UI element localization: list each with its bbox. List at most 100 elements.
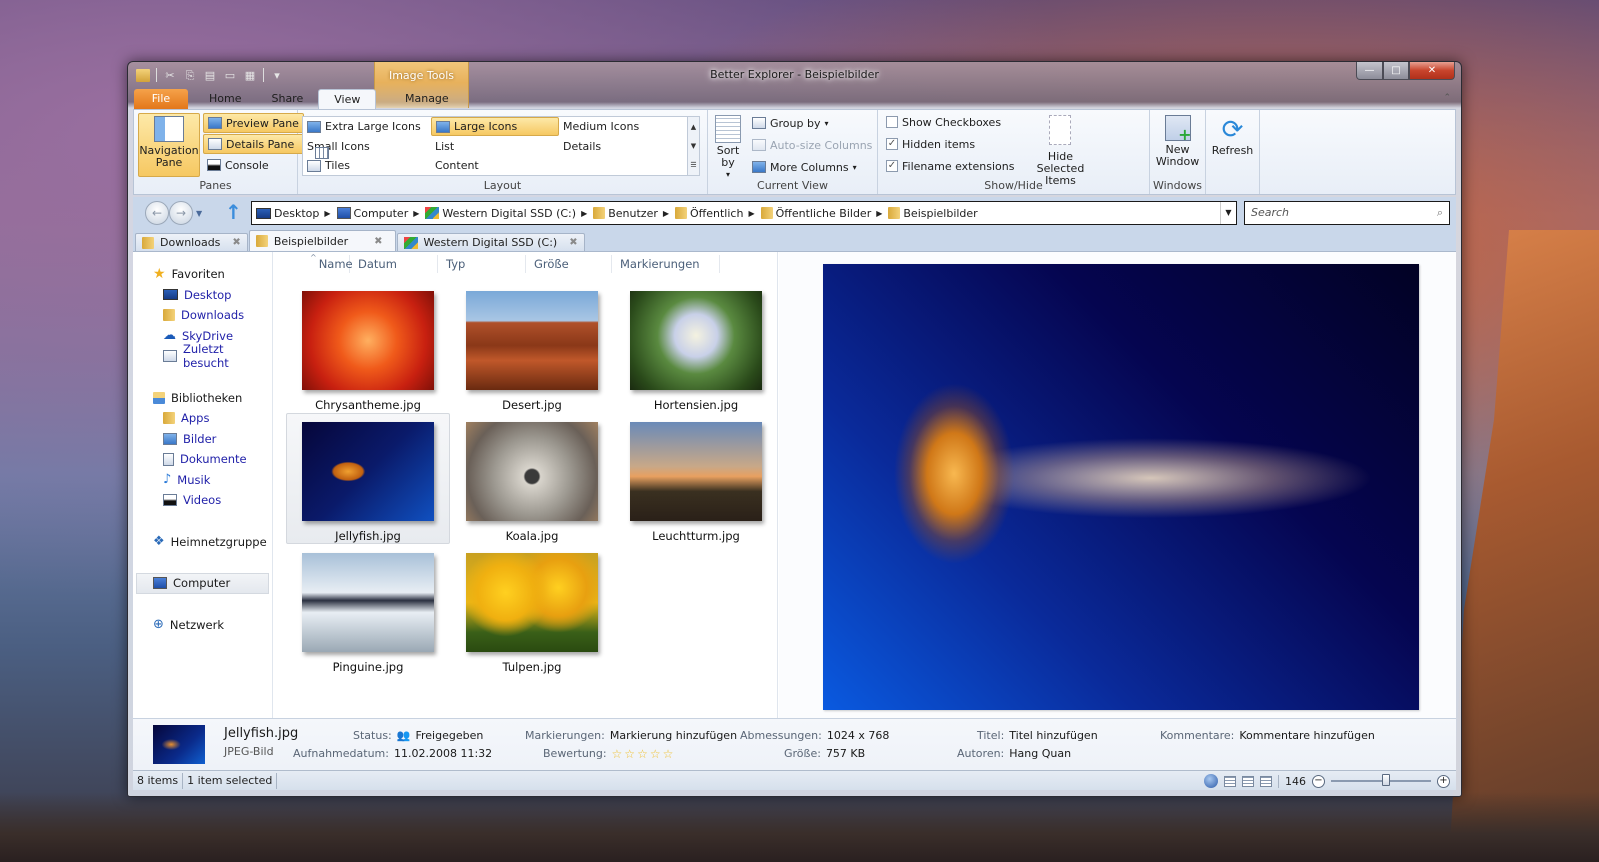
- tab-home[interactable]: Home: [194, 89, 256, 109]
- breadcrumb-drive[interactable]: Western Digital SSD (C:): [425, 207, 576, 220]
- zoom-in-button[interactable]: +: [1437, 774, 1450, 788]
- layout-list[interactable]: List: [315, 137, 559, 159]
- search-icon[interactable]: ⌕: [1437, 202, 1443, 224]
- breadcrumb-beispielbilder[interactable]: Beispielbilder: [888, 207, 978, 220]
- view-large-icons-button[interactable]: [1224, 775, 1236, 787]
- file-item[interactable]: Hortensien.jpg: [614, 282, 778, 413]
- hidden-items-toggle[interactable]: ✓ Hidden items: [882, 134, 1018, 154]
- close-button[interactable]: ✕: [1409, 62, 1455, 80]
- sidebar-favorites[interactable]: ★ Favoriten: [133, 264, 272, 285]
- column-header-date[interactable]: Datum: [358, 255, 438, 273]
- hidden-items-checkbox[interactable]: ✓: [886, 138, 898, 150]
- address-bar[interactable]: Desktop ▶ Computer ▶ Western Digital SSD…: [251, 201, 1237, 225]
- breadcrumb-arrow-icon[interactable]: ▶: [413, 209, 419, 218]
- layout-gallery-scroll[interactable]: ▲ ▼ ☰: [687, 117, 699, 175]
- layout-details[interactable]: Details: [315, 137, 687, 159]
- sidebar-item-apps[interactable]: Apps: [133, 408, 272, 429]
- file-item-selected[interactable]: Jellyfish.jpg: [286, 413, 450, 544]
- breadcrumb-benutzer[interactable]: Benutzer: [593, 207, 658, 220]
- sidebar-homegroup[interactable]: ❖ Heimnetzgruppe: [133, 532, 272, 553]
- forward-button[interactable]: →: [169, 201, 193, 225]
- navigation-pane-button[interactable]: Navigation Pane: [138, 113, 200, 177]
- show-checkboxes-toggle[interactable]: Show Checkboxes: [882, 112, 1018, 132]
- maximize-button[interactable]: □: [1383, 62, 1409, 80]
- breadcrumb-arrow-icon[interactable]: ▶: [324, 209, 330, 218]
- field-value[interactable]: Kommentare hinzufügen: [1239, 729, 1374, 742]
- folder-tab-downloads[interactable]: Downloads ✖: [135, 233, 248, 251]
- address-dropdown-icon[interactable]: ▼: [1220, 202, 1236, 224]
- layout-large-icons[interactable]: Large Icons: [431, 117, 559, 136]
- tab-share[interactable]: Share: [256, 89, 318, 109]
- breadcrumb-arrow-icon[interactable]: ▶: [748, 209, 754, 218]
- view-details-button[interactable]: [1242, 775, 1254, 787]
- view-tiles-button[interactable]: [1260, 775, 1272, 787]
- folder-tab-beispielbilder[interactable]: Beispielbilder ✖: [248, 230, 396, 251]
- field-value[interactable]: 11.02.2008 11:32: [394, 747, 492, 760]
- file-item[interactable]: Leuchtturm.jpg: [614, 413, 778, 544]
- breadcrumb-desktop[interactable]: Desktop: [256, 207, 319, 220]
- close-tab-icon[interactable]: ✖: [569, 237, 577, 248]
- breadcrumb-computer[interactable]: Computer: [336, 207, 408, 220]
- search-input[interactable]: Search ⌕: [1244, 201, 1450, 225]
- up-button[interactable]: ↑: [225, 200, 242, 224]
- scroll-down-icon[interactable]: ▼: [691, 142, 696, 150]
- file-item[interactable]: Pinguine.jpg: [286, 544, 450, 675]
- breadcrumb-arrow-icon[interactable]: ▶: [663, 209, 669, 218]
- zoom-slider-thumb[interactable]: [1381, 774, 1390, 786]
- ribbon-minimize-icon[interactable]: ⌃: [1443, 93, 1451, 103]
- sidebar-item-videos[interactable]: Videos: [133, 490, 272, 511]
- history-dropdown-icon[interactable]: ▼: [196, 209, 202, 218]
- tab-file[interactable]: File: [134, 89, 188, 109]
- close-tab-icon[interactable]: ✖: [374, 236, 382, 247]
- sidebar-network[interactable]: ⊕ Netzwerk: [133, 615, 272, 636]
- tab-view[interactable]: View: [318, 89, 377, 109]
- sidebar-item-downloads[interactable]: Downloads: [133, 305, 272, 326]
- file-item[interactable]: Tulpen.jpg: [450, 544, 614, 675]
- field-value[interactable]: Hang Quan: [1009, 747, 1071, 760]
- group-by-button[interactable]: Group by ▾: [748, 113, 876, 133]
- tab-manage[interactable]: Manage: [380, 89, 473, 109]
- expand-gallery-icon[interactable]: ☰: [690, 161, 696, 169]
- column-header-type[interactable]: Typ: [446, 255, 526, 273]
- details-pane-button[interactable]: Details Pane: [203, 134, 304, 154]
- refresh-button[interactable]: ⟳ Refresh: [1210, 113, 1255, 159]
- sidebar-item-desktop[interactable]: Desktop: [133, 285, 272, 306]
- sidebar-item-bilder[interactable]: Bilder: [133, 429, 272, 450]
- sidebar-libraries[interactable]: Bibliotheken: [133, 388, 272, 409]
- sidebar-item-recent[interactable]: Zuletzt besucht: [133, 342, 272, 370]
- zoom-slider[interactable]: [1331, 774, 1431, 786]
- console-button[interactable]: Console: [203, 155, 304, 175]
- zoom-out-button[interactable]: −: [1312, 774, 1325, 788]
- breadcrumb-arrow-icon[interactable]: ▶: [581, 209, 587, 218]
- rating-stars[interactable]: ☆☆☆☆☆: [612, 747, 676, 761]
- filename-extensions-checkbox[interactable]: ✓: [886, 160, 898, 172]
- layout-extra-large-icons[interactable]: Extra Large Icons: [303, 117, 431, 136]
- column-header-size[interactable]: Größe: [534, 255, 612, 273]
- preview-pane-button[interactable]: Preview Pane: [203, 113, 304, 133]
- sidebar-computer[interactable]: Computer: [136, 573, 269, 594]
- more-columns-button[interactable]: More Columns ▾: [748, 157, 876, 177]
- breadcrumb-oeffentlich[interactable]: Öffentlich: [675, 207, 743, 220]
- show-checkboxes-checkbox[interactable]: [886, 116, 898, 128]
- field-value[interactable]: Titel hinzufügen: [1009, 729, 1097, 742]
- breadcrumb-oeffentliche-bilder[interactable]: Öffentliche Bilder: [760, 207, 871, 220]
- layout-medium-icons[interactable]: Medium Icons: [315, 117, 687, 159]
- sidebar-item-musik[interactable]: ♪ Musik: [133, 470, 272, 491]
- filename-extensions-toggle[interactable]: ✓ Filename extensions: [882, 156, 1018, 176]
- new-window-button[interactable]: + New Window: [1154, 113, 1201, 170]
- column-header-name[interactable]: ^ Name: [288, 253, 353, 273]
- title-bar[interactable]: ✂ ⎘ ▤ ▭ ▦ ▾ Better Explorer - Beispielbi…: [128, 62, 1461, 90]
- folder-tab-drive[interactable]: Western Digital SSD (C:) ✖: [396, 233, 585, 251]
- file-item[interactable]: Koala.jpg: [450, 413, 614, 544]
- auto-size-columns-button[interactable]: Auto-size Columns: [748, 135, 876, 155]
- minimize-button[interactable]: —: [1356, 62, 1383, 80]
- globe-icon[interactable]: [1204, 774, 1218, 788]
- close-tab-icon[interactable]: ✖: [232, 237, 240, 248]
- file-item[interactable]: Desert.jpg: [450, 282, 614, 413]
- field-value[interactable]: Markierung hinzufügen: [610, 729, 737, 742]
- file-item[interactable]: Chrysantheme.jpg: [286, 282, 450, 413]
- layout-content[interactable]: Content: [315, 147, 559, 175]
- back-button[interactable]: ←: [145, 201, 169, 225]
- column-header-tags[interactable]: Markierungen: [620, 255, 720, 273]
- sidebar-item-dokumente[interactable]: Dokumente: [133, 449, 272, 470]
